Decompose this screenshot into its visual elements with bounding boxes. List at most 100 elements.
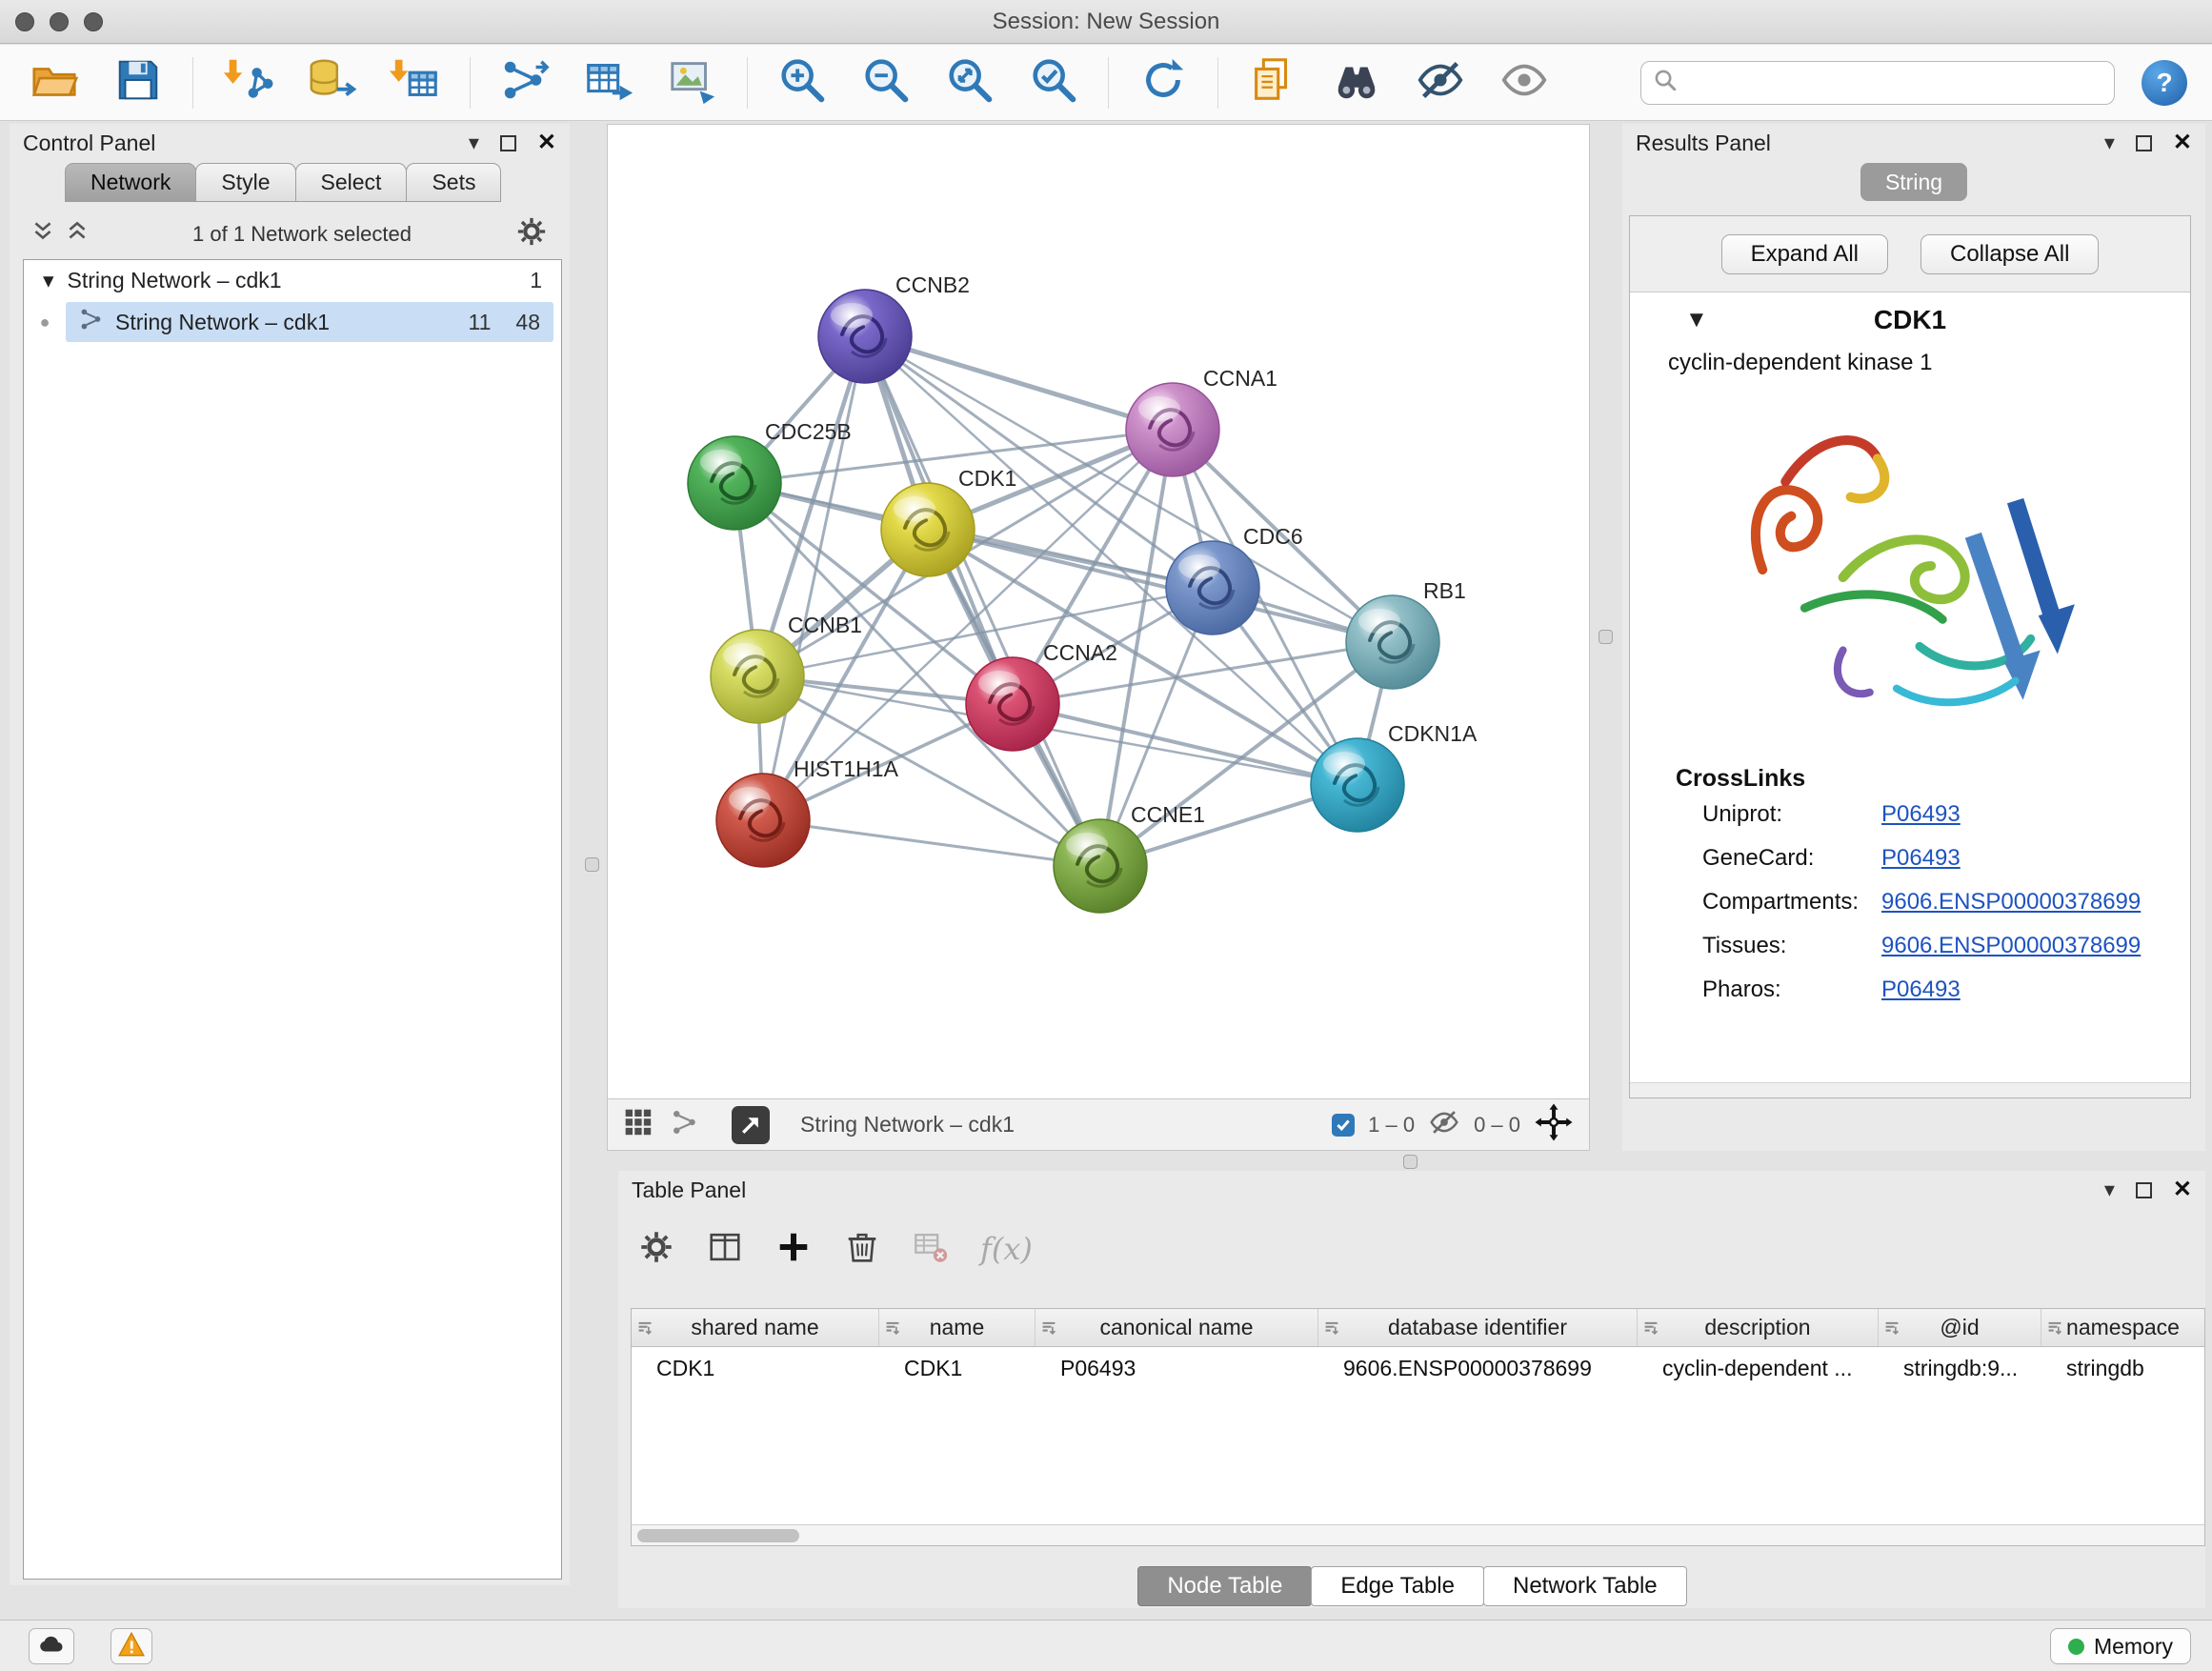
- apply-layout-button[interactable]: [1126, 50, 1200, 115]
- panel-float-icon[interactable]: [500, 135, 516, 151]
- first-neighbors-button[interactable]: [1319, 50, 1394, 115]
- scrollbar-thumb[interactable]: [637, 1529, 799, 1542]
- tree-expand-icon[interactable]: ▾: [43, 268, 54, 293]
- delete-column-trash-icon[interactable]: [843, 1228, 881, 1271]
- import-network-database-button[interactable]: [294, 50, 369, 115]
- crosslink-value-link[interactable]: P06493: [1881, 976, 1961, 1003]
- node-HIST1H1A[interactable]: [716, 774, 810, 867]
- tab-sets[interactable]: Sets: [406, 163, 501, 202]
- expand-all-icon[interactable]: [65, 219, 90, 249]
- node-CCNB2[interactable]: [818, 290, 912, 383]
- cell-description[interactable]: cyclin-dependent ...: [1638, 1356, 1879, 1381]
- panel-float-icon[interactable]: [2136, 135, 2152, 151]
- node-CCNA2[interactable]: [966, 657, 1059, 751]
- column-header[interactable]: canonical name: [1036, 1309, 1318, 1346]
- cell-shared-name[interactable]: CDK1: [632, 1356, 879, 1381]
- network-canvas-svg[interactable]: CCNB2CCNA1CDC25BCDK1CDC6RB1CCNB1CCNA2CDK…: [608, 125, 1589, 1098]
- cell-canonical-name[interactable]: P06493: [1036, 1356, 1318, 1381]
- tab-string[interactable]: String: [1860, 163, 1967, 201]
- memory-button[interactable]: Memory: [2050, 1628, 2191, 1664]
- table-row[interactable]: CDK1 CDK1 P06493 9606.ENSP00000378699 cy…: [632, 1347, 2204, 1389]
- cloud-status-button[interactable]: [29, 1628, 74, 1664]
- network-share-view-icon[interactable]: [671, 1108, 699, 1141]
- table-settings-gear-icon[interactable]: [637, 1228, 675, 1271]
- panel-close-icon[interactable]: ✕: [2173, 1178, 2192, 1201]
- expand-all-button[interactable]: Expand All: [1721, 234, 1888, 274]
- selected-checkbox-icon[interactable]: [1332, 1114, 1355, 1137]
- gear-icon[interactable]: [514, 214, 549, 253]
- import-table-button[interactable]: [378, 50, 452, 115]
- export-image-button[interactable]: [655, 50, 730, 115]
- crosslink-value-link[interactable]: P06493: [1881, 845, 1961, 872]
- hide-selected-button[interactable]: [1403, 50, 1478, 115]
- panel-float-icon[interactable]: [2136, 1182, 2152, 1198]
- column-header[interactable]: name: [879, 1309, 1036, 1346]
- vertical-splitter-left[interactable]: [585, 857, 599, 872]
- panel-menu-icon[interactable]: ▾: [2104, 132, 2115, 153]
- open-session-button[interactable]: [17, 50, 91, 115]
- zoom-out-button[interactable]: [849, 50, 923, 115]
- network-collection-row[interactable]: ▾ String Network – cdk1 1: [24, 260, 561, 300]
- node-CCNB1[interactable]: [711, 630, 804, 723]
- clone-network-button[interactable]: [488, 50, 562, 115]
- warnings-button[interactable]: [111, 1628, 152, 1664]
- column-header[interactable]: @id: [1879, 1309, 2041, 1346]
- birds-eye-toggle-button[interactable]: [732, 1106, 770, 1144]
- network-canvas[interactable]: CCNB2CCNA1CDC25BCDK1CDC6RB1CCNB1CCNA2CDK…: [607, 124, 1590, 1099]
- crosslink-value-link[interactable]: P06493: [1881, 801, 1961, 828]
- node-CCNE1[interactable]: [1054, 819, 1147, 913]
- results-horizontal-scrollbar[interactable]: [1630, 1082, 2190, 1097]
- tab-network-table[interactable]: Network Table: [1483, 1566, 1687, 1606]
- node-CDC25B[interactable]: [688, 436, 781, 530]
- edge-HIST1H1A-CCNE1[interactable]: [763, 820, 1100, 866]
- search-box[interactable]: [1640, 61, 2115, 105]
- panel-close-icon[interactable]: ✕: [537, 131, 556, 154]
- edge-CCNB2-HIST1H1A[interactable]: [763, 336, 865, 820]
- cell-namespace[interactable]: stringdb: [2041, 1356, 2204, 1381]
- node-CDK1[interactable]: [881, 483, 975, 576]
- cell-name[interactable]: CDK1: [879, 1356, 1036, 1381]
- export-table-button[interactable]: [572, 50, 646, 115]
- crosslink-value-link[interactable]: 9606.ENSP00000378699: [1881, 889, 2141, 916]
- add-column-plus-icon[interactable]: [774, 1228, 813, 1271]
- crosshair-icon[interactable]: [1534, 1102, 1574, 1147]
- save-session-button[interactable]: [101, 50, 175, 115]
- cell-id[interactable]: stringdb:9...: [1879, 1356, 2041, 1381]
- node-CCNA1[interactable]: [1126, 383, 1219, 476]
- copy-button[interactable]: [1236, 50, 1310, 115]
- search-input[interactable]: [1685, 70, 2102, 96]
- zoom-in-button[interactable]: [765, 50, 839, 115]
- collapse-all-button[interactable]: Collapse All: [1920, 234, 2099, 274]
- tab-network[interactable]: Network: [65, 163, 196, 202]
- tab-select[interactable]: Select: [295, 163, 408, 202]
- help-button[interactable]: ?: [2142, 60, 2187, 106]
- section-collapse-icon[interactable]: ▼: [1685, 307, 1708, 333]
- panel-menu-icon[interactable]: ▾: [469, 132, 479, 153]
- tab-style[interactable]: Style: [195, 163, 295, 202]
- network-row-selected[interactable]: ● String Network – cdk1 11 48: [24, 300, 561, 344]
- cell-database-identifier[interactable]: 9606.ENSP00000378699: [1318, 1356, 1638, 1381]
- crosslink-value-link[interactable]: 9606.ENSP00000378699: [1881, 933, 2141, 959]
- node-CDC6[interactable]: [1166, 541, 1259, 634]
- zoom-fit-button[interactable]: [933, 50, 1007, 115]
- vertical-splitter-right[interactable]: [1599, 630, 1613, 644]
- tab-node-table[interactable]: Node Table: [1137, 1566, 1312, 1606]
- import-network-file-button[interactable]: [211, 50, 285, 115]
- collapse-all-icon[interactable]: [30, 219, 55, 249]
- panel-close-icon[interactable]: ✕: [2173, 131, 2192, 154]
- column-header[interactable]: shared name: [632, 1309, 879, 1346]
- edge-CCNB2-CCNE1[interactable]: [865, 336, 1100, 866]
- show-all-button[interactable]: [1487, 50, 1561, 115]
- hidden-eye-slash-icon[interactable]: [1428, 1106, 1460, 1143]
- panel-menu-icon[interactable]: ▾: [2104, 1179, 2115, 1200]
- edge-CCNB2-CCNA1[interactable]: [865, 336, 1173, 430]
- show-columns-icon[interactable]: [706, 1228, 744, 1271]
- edge-CDK1-RB1[interactable]: [928, 530, 1393, 642]
- grid-view-icon[interactable]: [623, 1107, 654, 1142]
- zoom-selected-button[interactable]: [1016, 50, 1091, 115]
- tab-edge-table[interactable]: Edge Table: [1311, 1566, 1484, 1606]
- node-RB1[interactable]: [1346, 595, 1439, 689]
- column-header[interactable]: description: [1638, 1309, 1879, 1346]
- column-header[interactable]: namespace: [2041, 1309, 2204, 1346]
- node-CDKN1A[interactable]: [1311, 738, 1404, 832]
